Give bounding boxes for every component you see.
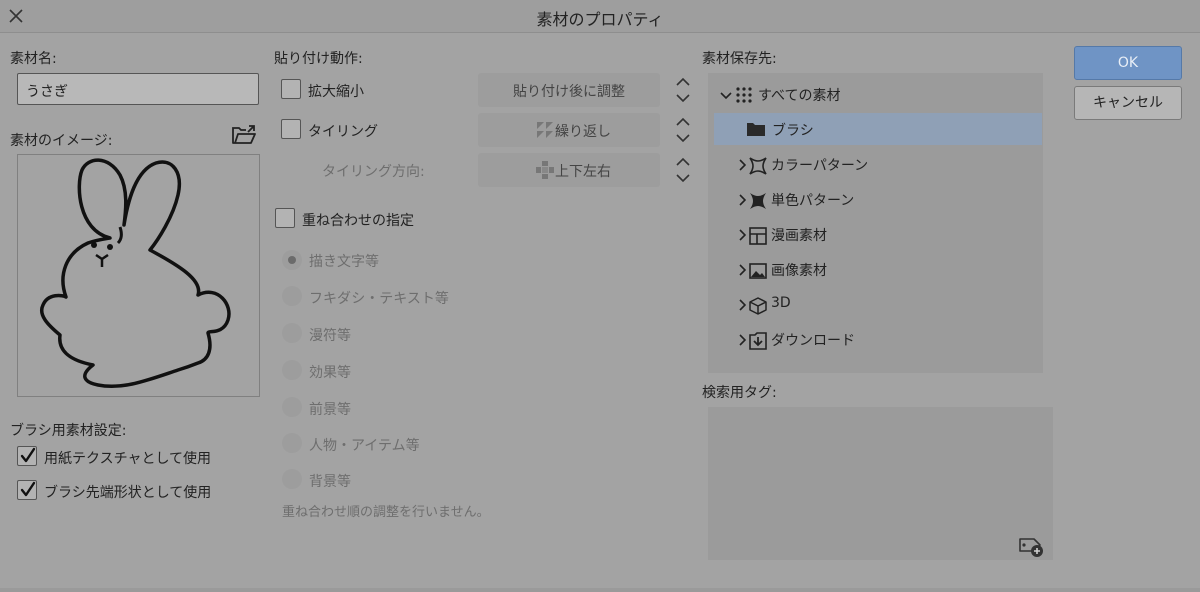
tree-item-label: 単色パターン bbox=[771, 193, 855, 209]
paste-behavior-label: 貼り付け動作: bbox=[274, 51, 363, 67]
tree-item-label: 漫画素材 bbox=[771, 228, 827, 244]
tiling-mode-value: 繰り返し bbox=[555, 124, 611, 140]
dialog-footer bbox=[0, 588, 1200, 592]
tree-item-label: 画像素材 bbox=[771, 263, 827, 279]
chevron-down-icon[interactable] bbox=[720, 89, 732, 105]
brush-tip-label: ブラシ先端形状として使用 bbox=[44, 485, 212, 501]
tiling-mode-field[interactable]: 繰り返し bbox=[478, 113, 660, 147]
overlay-option-radio[interactable] bbox=[282, 469, 302, 489]
overlay-option-label: 効果等 bbox=[309, 365, 351, 381]
tree-item-label: すべての素材 bbox=[758, 88, 841, 104]
overlay-checkbox[interactable] bbox=[275, 208, 295, 228]
tree-item-3d[interactable]: 3D bbox=[708, 288, 1043, 320]
tree-item-label: 3D bbox=[771, 295, 791, 311]
dialog-title: 素材のプロパティ bbox=[536, 10, 664, 29]
overlay-option-radio[interactable] bbox=[282, 360, 302, 380]
folder-icon bbox=[746, 121, 766, 141]
material-name-label: 素材名: bbox=[10, 51, 57, 67]
tree-item-mono-pattern[interactable]: 単色パターン bbox=[708, 183, 1043, 215]
overlay-option-radio[interactable] bbox=[282, 397, 302, 417]
overlay-option-label: 人物・アイテム等 bbox=[309, 438, 420, 454]
overlay-option-label: 描き文字等 bbox=[309, 254, 379, 270]
download-icon bbox=[748, 331, 768, 355]
overlay-option-label: フキダシ・テキスト等 bbox=[309, 291, 449, 307]
tree-item-label: カラーパターン bbox=[771, 158, 869, 174]
rabbit-drawing bbox=[40, 158, 231, 389]
tree-item-label: ブラシ bbox=[772, 123, 814, 139]
color-pattern-icon bbox=[748, 156, 768, 180]
chevron-right-icon[interactable] bbox=[738, 229, 747, 245]
paper-texture-label: 用紙テクスチャとして使用 bbox=[44, 451, 212, 467]
chevron-right-icon[interactable] bbox=[738, 159, 747, 175]
paper-texture-checkbox[interactable] bbox=[17, 446, 37, 466]
tree-item-color-pattern[interactable]: カラーパターン bbox=[708, 148, 1043, 180]
search-tags-label: 検索用タグ: bbox=[702, 385, 777, 401]
overlay-option-label: 背景等 bbox=[309, 474, 351, 490]
chevron-right-icon[interactable] bbox=[738, 334, 747, 350]
title-bar: 素材のプロパティ bbox=[0, 0, 1200, 33]
add-tag-icon[interactable] bbox=[1018, 535, 1046, 561]
search-tags-area[interactable] bbox=[708, 407, 1053, 560]
overlay-option-label: 漫符等 bbox=[309, 328, 351, 344]
image-icon bbox=[748, 261, 768, 285]
brush-tip-checkbox[interactable] bbox=[17, 480, 37, 500]
overlay-note: 重ね合わせ順の調整を行いません。 bbox=[282, 505, 490, 520]
tree-item-image-material[interactable]: 画像素材 bbox=[708, 253, 1043, 285]
material-image-label: 素材のイメージ: bbox=[10, 133, 113, 149]
overlay-option-radio[interactable] bbox=[282, 250, 302, 270]
ok-button[interactable]: OK bbox=[1074, 46, 1182, 80]
tree-item-all-materials[interactable]: すべての素材 bbox=[708, 78, 1043, 110]
chevron-right-icon[interactable] bbox=[738, 299, 747, 315]
chevron-right-icon[interactable] bbox=[738, 264, 747, 280]
overlay-option-radio[interactable] bbox=[282, 286, 302, 306]
overlay-option-radio[interactable] bbox=[282, 323, 302, 343]
tree-item-brush[interactable]: ブラシ bbox=[714, 113, 1042, 145]
brush-settings-label: ブラシ用素材設定: bbox=[10, 423, 127, 439]
tree-item-manga-material[interactable]: 漫画素材 bbox=[708, 218, 1043, 250]
tiling-label: タイリング bbox=[308, 124, 378, 140]
scale-mode-field[interactable]: 貼り付け後に調整 bbox=[478, 73, 660, 107]
overlay-option-label: 前景等 bbox=[309, 402, 351, 418]
save-location-tree: すべての素材 ブラシ カラーパターン 単色パターン 漫画素材 画像素材 3D ダ… bbox=[708, 73, 1053, 373]
tree-item-label: ダウンロード bbox=[771, 333, 855, 349]
grid-dots-icon bbox=[735, 86, 753, 108]
tiling-direction-value: 上下左右 bbox=[555, 164, 611, 180]
save-location-label: 素材保存先: bbox=[702, 51, 777, 67]
tree-scrollbar[interactable] bbox=[1043, 73, 1053, 373]
tiling-direction-field[interactable]: 上下左右 bbox=[478, 153, 660, 187]
scale-checkbox[interactable] bbox=[281, 79, 301, 99]
cube-icon bbox=[748, 296, 768, 320]
overlay-option-radio[interactable] bbox=[282, 433, 302, 453]
tree-item-download[interactable]: ダウンロード bbox=[708, 323, 1043, 355]
material-name-input[interactable]: うさぎ bbox=[17, 73, 259, 105]
manga-frame-icon bbox=[748, 226, 768, 250]
cancel-button[interactable]: キャンセル bbox=[1074, 86, 1182, 120]
overlay-label: 重ね合わせの指定 bbox=[302, 213, 414, 229]
tiling-mode-spinner[interactable] bbox=[675, 115, 691, 145]
tiling-direction-label: タイリング方向: bbox=[322, 164, 425, 180]
tiling-direction-spinner[interactable] bbox=[675, 155, 691, 185]
scale-mode-value: 貼り付け後に調整 bbox=[513, 84, 625, 100]
mono-pattern-icon bbox=[748, 191, 768, 215]
scale-mode-spinner[interactable] bbox=[675, 75, 691, 105]
open-folder-icon[interactable] bbox=[231, 124, 257, 150]
chevron-right-icon[interactable] bbox=[738, 194, 747, 210]
scale-label: 拡大縮小 bbox=[308, 84, 364, 100]
material-image-preview bbox=[17, 154, 260, 397]
tiling-checkbox[interactable] bbox=[281, 119, 301, 139]
